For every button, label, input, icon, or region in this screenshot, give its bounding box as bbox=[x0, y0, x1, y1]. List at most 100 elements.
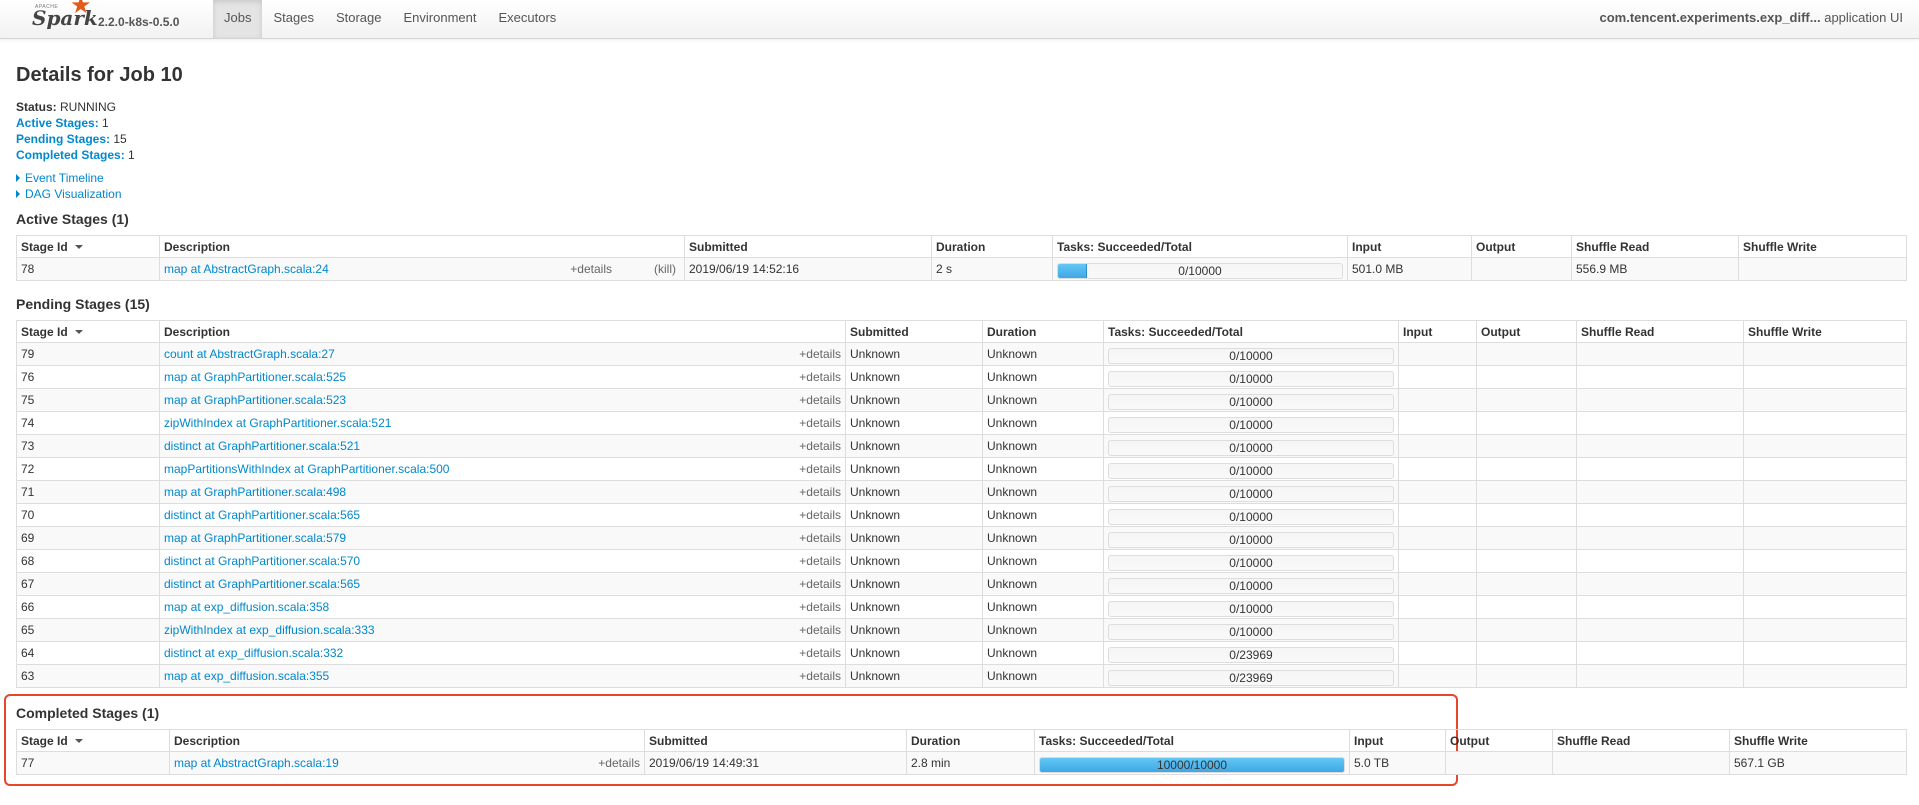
output bbox=[1476, 434, 1577, 458]
job-summary: Status: RUNNING Active Stages: 1 Pending… bbox=[16, 99, 135, 163]
details-toggle[interactable]: +details bbox=[799, 554, 841, 568]
event-timeline-toggle[interactable]: Event Timeline bbox=[16, 171, 104, 185]
details-toggle[interactable]: +details bbox=[799, 531, 841, 545]
col-input[interactable]: Input bbox=[1398, 320, 1477, 343]
details-toggle[interactable]: +details bbox=[799, 508, 841, 522]
shuffle-write bbox=[1743, 641, 1907, 665]
task-progress-bar: 0/10000 bbox=[1108, 577, 1394, 594]
progress-text: 0/10000 bbox=[1229, 601, 1273, 616]
col-duration[interactable]: Duration bbox=[982, 320, 1104, 343]
details-toggle[interactable]: +details bbox=[799, 600, 841, 614]
col-duration[interactable]: Duration bbox=[906, 729, 1035, 752]
stage-description-link[interactable]: mapPartitionsWithIndex at GraphPartition… bbox=[164, 462, 449, 476]
duration: Unknown bbox=[982, 641, 1104, 665]
stage-id: 73 bbox=[16, 434, 160, 458]
col-shuffle-read[interactable]: Shuffle Read bbox=[1576, 320, 1744, 343]
details-toggle[interactable]: +details bbox=[799, 416, 841, 430]
col-duration[interactable]: Duration bbox=[931, 235, 1053, 258]
col-description[interactable]: Description bbox=[159, 320, 846, 343]
details-toggle[interactable]: +details bbox=[799, 623, 841, 637]
details-toggle[interactable]: +details bbox=[799, 393, 841, 407]
col-submitted[interactable]: Submitted bbox=[845, 320, 983, 343]
col-description[interactable]: Description bbox=[169, 729, 645, 752]
details-toggle[interactable]: +details bbox=[799, 646, 841, 660]
output bbox=[1476, 411, 1577, 435]
details-toggle[interactable]: +details bbox=[570, 262, 612, 276]
col-shuffle-write[interactable]: Shuffle Write bbox=[1729, 729, 1907, 752]
stage-description-link[interactable]: map at GraphPartitioner.scala:579 bbox=[164, 531, 346, 545]
col-shuffle-write[interactable]: Shuffle Write bbox=[1743, 320, 1907, 343]
description-cell: distinct at GraphPartitioner.scala:570 +d… bbox=[164, 554, 841, 568]
shuffle-write bbox=[1743, 434, 1907, 458]
details-toggle[interactable]: +details bbox=[799, 485, 841, 499]
col-output[interactable]: Output bbox=[1471, 235, 1572, 258]
stage-description-link[interactable]: map at GraphPartitioner.scala:525 bbox=[164, 370, 346, 384]
completed-stages-link[interactable]: Completed Stages: bbox=[16, 148, 125, 162]
stage-description-link[interactable]: count at AbstractGraph.scala:27 bbox=[164, 347, 335, 361]
col-output[interactable]: Output bbox=[1476, 320, 1577, 343]
kill-link[interactable]: (kill) bbox=[654, 262, 676, 276]
dag-visualization-toggle[interactable]: DAG Visualization bbox=[16, 187, 122, 201]
tab-executors[interactable]: Executors bbox=[487, 0, 567, 38]
status-value: RUNNING bbox=[60, 100, 117, 114]
shuffle-write: 567.1 GB bbox=[1729, 751, 1907, 775]
col-shuffle-read[interactable]: Shuffle Read bbox=[1571, 235, 1739, 258]
stage-description-link[interactable]: map at GraphPartitioner.scala:498 bbox=[164, 485, 346, 499]
active-stages-link[interactable]: Active Stages: bbox=[16, 116, 99, 130]
details-toggle[interactable]: +details bbox=[598, 756, 640, 770]
details-toggle[interactable]: +details bbox=[799, 577, 841, 591]
brand[interactable]: APACHE Spark ★ 2.2.0-k8s-0.5.0 bbox=[28, 0, 179, 38]
stage-description-link[interactable]: distinct at exp_diffusion.scala:332 bbox=[164, 646, 343, 660]
stage-description-link[interactable]: distinct at GraphPartitioner.scala:565 bbox=[164, 577, 360, 591]
pending-stages-heading[interactable]: Pending Stages (15) bbox=[16, 296, 150, 312]
stage-description-link[interactable]: map at AbstractGraph.scala:24 bbox=[164, 262, 329, 276]
col-description[interactable]: Description bbox=[159, 235, 685, 258]
tab-storage[interactable]: Storage bbox=[325, 0, 393, 38]
details-toggle[interactable]: +details bbox=[799, 462, 841, 476]
col-output[interactable]: Output bbox=[1445, 729, 1553, 752]
col-input[interactable]: Input bbox=[1347, 235, 1472, 258]
col-shuffle-read[interactable]: Shuffle Read bbox=[1552, 729, 1730, 752]
completed-stages-heading[interactable]: Completed Stages (1) bbox=[16, 705, 159, 721]
stage-description-link[interactable]: distinct at GraphPartitioner.scala:565 bbox=[164, 508, 360, 522]
tab-environment[interactable]: Environment bbox=[393, 0, 488, 38]
spark-logo[interactable]: APACHE Spark ★ bbox=[28, 0, 98, 38]
col-submitted[interactable]: Submitted bbox=[644, 729, 907, 752]
details-toggle[interactable]: +details bbox=[799, 370, 841, 384]
tab-jobs[interactable]: Jobs bbox=[213, 0, 263, 38]
nav-tabs: Jobs Stages Storage Environment Executor… bbox=[213, 0, 567, 38]
pending-stages-link[interactable]: Pending Stages: bbox=[16, 132, 110, 146]
stage-description-link[interactable]: map at AbstractGraph.scala:19 bbox=[174, 756, 339, 770]
col-stage-id[interactable]: Stage Id bbox=[16, 235, 160, 258]
input bbox=[1398, 595, 1477, 619]
output bbox=[1476, 365, 1577, 389]
stage-description-link[interactable]: zipWithIndex at exp_diffusion.scala:333 bbox=[164, 623, 375, 637]
details-toggle[interactable]: +details bbox=[799, 439, 841, 453]
pending-stages-line: Pending Stages: 15 bbox=[16, 131, 135, 147]
col-stage-id[interactable]: Stage Id bbox=[16, 729, 170, 752]
details-toggle[interactable]: +details bbox=[799, 669, 841, 683]
col-submitted[interactable]: Submitted bbox=[684, 235, 932, 258]
details-toggle[interactable]: +details bbox=[799, 347, 841, 361]
stage-description-link[interactable]: distinct at GraphPartitioner.scala:570 bbox=[164, 554, 360, 568]
col-tasks[interactable]: Tasks: Succeeded/Total bbox=[1034, 729, 1350, 752]
stage-id: 64 bbox=[16, 641, 160, 665]
stage-description-link[interactable]: distinct at GraphPartitioner.scala:521 bbox=[164, 439, 360, 453]
col-shuffle-write[interactable]: Shuffle Write bbox=[1738, 235, 1907, 258]
output bbox=[1471, 257, 1572, 281]
task-progress-bar: 0/23969 bbox=[1108, 646, 1394, 663]
stage-description-link[interactable]: zipWithIndex at GraphPartitioner.scala:5… bbox=[164, 416, 391, 430]
col-tasks[interactable]: Tasks: Succeeded/Total bbox=[1052, 235, 1348, 258]
stage-description-link[interactable]: map at exp_diffusion.scala:358 bbox=[164, 600, 329, 614]
shuffle-read bbox=[1576, 549, 1744, 573]
submitted: Unknown bbox=[845, 503, 983, 527]
col-stage-id[interactable]: Stage Id bbox=[16, 320, 160, 343]
col-tasks[interactable]: Tasks: Succeeded/Total bbox=[1103, 320, 1399, 343]
stage-description-link[interactable]: map at exp_diffusion.scala:355 bbox=[164, 669, 329, 683]
tab-stages[interactable]: Stages bbox=[262, 0, 324, 38]
active-stages-heading[interactable]: Active Stages (1) bbox=[16, 211, 129, 227]
stage-id: 75 bbox=[16, 388, 160, 412]
stage-description-link[interactable]: map at GraphPartitioner.scala:523 bbox=[164, 393, 346, 407]
submitted: Unknown bbox=[845, 388, 983, 412]
col-input[interactable]: Input bbox=[1349, 729, 1446, 752]
